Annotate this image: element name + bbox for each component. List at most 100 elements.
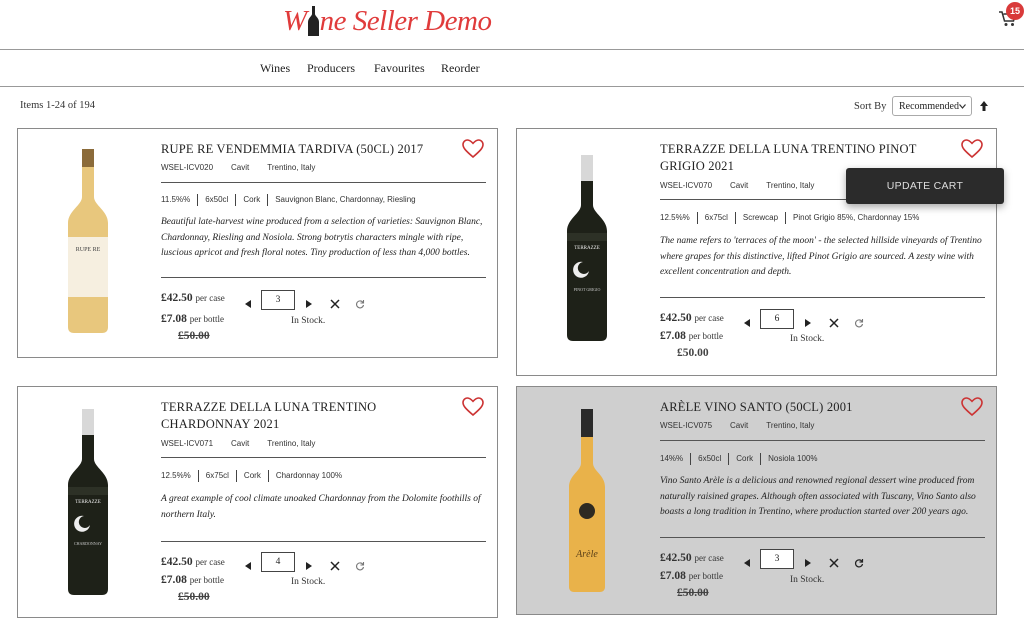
quantity-decrease-icon[interactable] [743,315,751,327]
product-producer: Cavit [730,421,749,430]
quantity-input[interactable]: 3 [261,290,295,310]
sort-by-label: Sort By [854,101,887,112]
svg-text:CHARDONNAY: CHARDONNAY [74,541,102,546]
product-title[interactable]: RUPE RE VENDEMMIA TARDIVA (50CL) 2017 [161,141,441,158]
divider [161,541,486,542]
product-region: Trentino, Italy [766,181,815,190]
sort-select[interactable]: Recommended [892,96,972,116]
product-image[interactable]: TERRAZZE PINOT GRIGIO [561,153,613,347]
sort-select-value: Recommended [899,100,959,112]
favourite-heart-icon[interactable] [961,397,983,417]
product-card: Arèle ARÈLE VINO SANTO (50CL) 2001 WSEL-… [516,386,997,615]
spec-grapes: Pinot Grigio 85%, Chardonnay 15% [793,213,920,222]
quantity-input[interactable]: 3 [760,549,794,569]
spec-pack: 6x75cl [199,470,237,482]
remove-x-icon[interactable] [829,315,839,328]
quantity-increase-icon[interactable] [804,315,812,327]
product-title[interactable]: ARÈLE VINO SANTO (50CL) 2001 [660,399,940,416]
header-divider [0,49,1024,50]
divider [660,297,985,298]
divider [161,277,486,278]
product-title[interactable]: TERRAZZE DELLA LUNA TRENTINO CHARDONNAY … [161,399,441,433]
product-specs: 12.5%% 6x75cl Cork Chardonnay 100% [161,470,349,482]
items-count: Items 1-24 of 194 [20,100,95,111]
chevron-down-icon [959,102,966,111]
svg-text:PINOT GRIGIO: PINOT GRIGIO [574,287,601,292]
refresh-icon[interactable] [355,296,365,309]
spec-closure: Cork [729,453,762,465]
logo-text-end: ne Seller Demo [319,4,492,37]
remove-x-icon[interactable] [330,296,340,309]
refresh-icon[interactable] [355,558,365,571]
spec-abv: 11.5%% [161,194,199,206]
nav-divider [0,86,1024,87]
product-region: Trentino, Italy [766,421,815,430]
product-image[interactable]: RUPE RE [58,147,118,337]
product-card: TERRAZZE PINOT GRIGIO TERRAZZE DELLA LUN… [516,128,997,376]
nav-wines[interactable]: Wines [260,61,290,76]
divider [660,537,985,538]
spec-grapes: Sauvignon Blanc, Chardonnay, Riesling [275,195,416,204]
product-image[interactable]: Arèle [565,407,609,593]
sort-direction-up-icon[interactable] [978,99,990,111]
quantity-increase-icon[interactable] [305,558,313,570]
quantity-input[interactable]: 4 [261,552,295,572]
price-original: £50.00 [178,330,210,342]
stock-status: In Stock. [291,577,326,587]
remove-x-icon[interactable] [330,558,340,571]
remove-x-icon[interactable] [829,555,839,568]
spec-closure: Cork [236,194,269,206]
nav-reorder[interactable]: Reorder [441,61,480,76]
spec-abv: 12.5%% [161,470,199,482]
divider [161,182,486,183]
price-per-case: £42.50 per case [161,556,225,568]
cart-count-badge: 15 [1006,2,1024,20]
product-description: Beautiful late-harvest wine produced fro… [161,217,483,258]
quantity-input[interactable]: 6 [760,309,794,329]
main-nav: Wines Producers Favourites Reorder [0,61,1024,77]
site-logo[interactable]: W ne Seller Demo [283,2,492,40]
quantity-increase-icon[interactable] [305,296,313,308]
quantity-decrease-icon[interactable] [743,555,751,567]
spec-pack: 6x50cl [691,453,730,465]
product-specs: 11.5%% 6x50cl Cork Sauvignon Blanc, Char… [161,194,423,206]
product-sku: WSEL-ICV075 [660,421,713,430]
spec-abv: 14%% [660,453,692,465]
product-card: TERRAZZE CHARDONNAY TERRAZZE DELLA LUNA … [17,386,498,618]
product-meta: WSEL-ICV070 Cavit Trentino, Italy [660,181,814,190]
spec-pack: 6x75cl [698,212,736,224]
favourite-heart-icon[interactable] [961,139,983,159]
quantity-increase-icon[interactable] [804,555,812,567]
product-description: Vino Santo Arèle is a delicious and reno… [660,476,976,517]
product-specs: 14%% 6x50cl Cork Nosiola 100% [660,453,825,465]
product-sku: WSEL-ICV020 [161,163,214,172]
refresh-icon[interactable] [854,315,864,328]
product-description: A great example of cool climate unoaked … [161,494,481,520]
price-original: £50.00 [677,347,709,359]
spec-grapes: Nosiola 100% [768,454,818,463]
product-specs: 12.5%% 6x75cl Screwcap Pinot Grigio 85%,… [660,212,926,224]
spec-closure: Cork [237,470,269,482]
spec-grapes: Chardonnay 100% [275,471,343,480]
product-producer: Cavit [231,163,250,172]
quantity-decrease-icon[interactable] [244,558,252,570]
price-original: £50.00 [178,591,210,603]
update-cart-button[interactable]: UPDATE CART [846,168,1004,204]
spec-abv: 12.5%% [660,212,698,224]
price-per-case: £42.50 per case [660,312,724,324]
favourite-heart-icon[interactable] [462,139,484,159]
price-per-bottle: £7.08 per bottle [660,330,723,342]
product-region: Trentino, Italy [267,163,316,172]
product-image[interactable]: TERRAZZE CHARDONNAY [62,407,114,601]
product-producer: Cavit [231,439,250,448]
nav-favourites[interactable]: Favourites [374,61,425,76]
stock-status: In Stock. [790,575,825,585]
nav-producers[interactable]: Producers [307,61,355,76]
refresh-icon[interactable] [854,555,864,568]
favourite-heart-icon[interactable] [462,397,484,417]
product-sku: WSEL-ICV070 [660,181,713,190]
price-per-bottle: £7.08 per bottle [660,570,723,582]
quantity-decrease-icon[interactable] [244,296,252,308]
price-original: £50.00 [677,587,709,599]
svg-text:Arèle: Arèle [575,549,598,560]
